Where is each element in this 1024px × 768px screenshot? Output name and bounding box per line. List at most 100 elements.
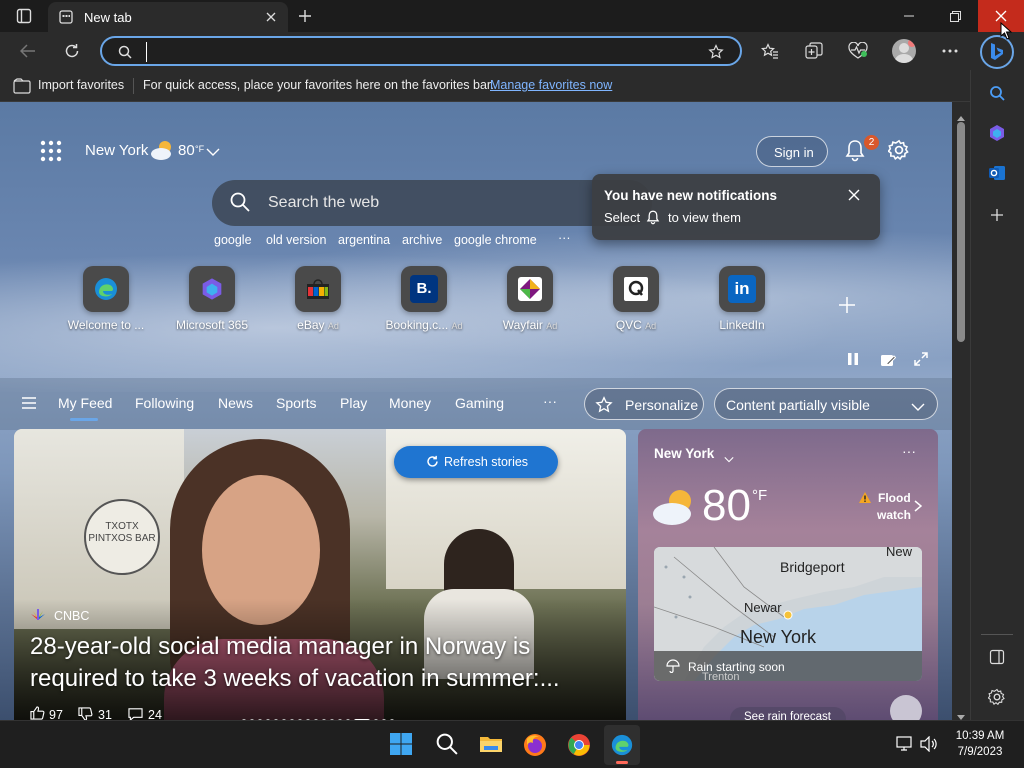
chrome-icon[interactable] bbox=[567, 733, 591, 757]
feed-tab-gaming[interactable]: Gaming bbox=[455, 395, 504, 411]
alert-line2[interactable]: watch bbox=[877, 508, 911, 522]
manage-favorites-link[interactable]: Manage favorites now bbox=[490, 78, 612, 92]
quick-link[interactable]: Wayfair Ad bbox=[482, 266, 578, 332]
suggestion-item[interactable]: argentina bbox=[338, 233, 390, 247]
profile-avatar[interactable] bbox=[892, 39, 916, 63]
scroll-down-icon[interactable] bbox=[957, 708, 965, 720]
weather-card-more-icon[interactable]: ··· bbox=[902, 443, 916, 459]
quick-link[interactable]: B. Booking.c... Ad bbox=[376, 266, 472, 332]
favorite-star-icon[interactable] bbox=[706, 42, 726, 62]
weather-location[interactable]: New York bbox=[85, 142, 148, 159]
clock-time[interactable]: 10:39 AM bbox=[954, 730, 1006, 742]
header-temp[interactable]: 80 bbox=[178, 142, 195, 159]
weather-card-location[interactable]: New York bbox=[654, 446, 714, 461]
rain-forecast-label: See rain forecast bbox=[744, 711, 831, 720]
favorites-bar: Import favorites For quick access, place… bbox=[0, 70, 970, 102]
content-visibility-dropdown[interactable]: Content partially visible bbox=[714, 388, 938, 420]
more-suggestions-icon[interactable]: ··· bbox=[558, 231, 571, 245]
personalize-button[interactable]: Personalize bbox=[584, 388, 704, 420]
sidebar-outlook-icon[interactable] bbox=[985, 162, 1009, 184]
pause-background-icon[interactable] bbox=[846, 352, 862, 368]
feed-tab-sports[interactable]: Sports bbox=[276, 395, 316, 411]
windows-start-icon[interactable] bbox=[390, 733, 414, 757]
edit-background-icon[interactable] bbox=[880, 352, 897, 368]
file-explorer-icon[interactable] bbox=[479, 734, 505, 756]
display-icon[interactable] bbox=[896, 736, 914, 754]
story-headline[interactable]: 28-year-old social media manager in Norw… bbox=[30, 631, 590, 695]
sign-in-button[interactable]: Sign in bbox=[756, 136, 828, 167]
booking-icon: B. bbox=[401, 266, 447, 312]
feed-tab-my-feed[interactable]: My Feed bbox=[58, 395, 112, 411]
expand-icon[interactable] bbox=[914, 352, 930, 368]
refresh-stories-button[interactable]: Refresh stories bbox=[394, 446, 558, 478]
weather-character-icon[interactable] bbox=[890, 695, 922, 720]
feed-more-button[interactable]: ··· bbox=[543, 393, 557, 409]
quick-link[interactable]: in LinkedIn bbox=[694, 266, 790, 332]
thumbs-down-icon[interactable] bbox=[78, 707, 96, 720]
sidebar-search-icon[interactable] bbox=[985, 82, 1009, 104]
new-tab-plus-icon[interactable] bbox=[294, 6, 316, 26]
volume-icon[interactable] bbox=[920, 735, 938, 754]
tab-new-tab[interactable]: New tab bbox=[48, 2, 288, 32]
web-search-box[interactable]: Search the web bbox=[212, 180, 652, 226]
restore-icon[interactable] bbox=[942, 6, 968, 26]
sparkle-star-icon bbox=[595, 396, 613, 414]
favorites-icon[interactable] bbox=[758, 40, 782, 62]
collections-icon[interactable] bbox=[802, 40, 826, 62]
alert-line1[interactable]: Flood bbox=[878, 491, 911, 505]
like-count: 97 bbox=[49, 708, 63, 720]
sidebar-m365-icon[interactable] bbox=[985, 122, 1009, 144]
dislike-count: 31 bbox=[98, 708, 112, 720]
chevron-down-icon[interactable] bbox=[724, 450, 736, 463]
page-settings-gear-icon[interactable] bbox=[887, 139, 910, 161]
close-popup-icon[interactable] bbox=[848, 188, 864, 204]
chevron-down-icon[interactable] bbox=[206, 144, 222, 158]
taskbar-search-icon[interactable] bbox=[436, 733, 460, 757]
clock-date[interactable]: 7/9/2023 bbox=[954, 746, 1006, 758]
import-favorites-icon bbox=[12, 77, 32, 95]
apps-grid-icon[interactable] bbox=[40, 140, 62, 162]
feed-tab-following[interactable]: Following bbox=[135, 395, 194, 411]
close-tab-icon[interactable] bbox=[262, 8, 280, 26]
suggestion-item[interactable]: archive bbox=[402, 233, 442, 247]
address-input[interactable] bbox=[146, 42, 686, 62]
taskbar-edge-active[interactable] bbox=[604, 725, 640, 765]
firefox-icon[interactable] bbox=[523, 733, 547, 757]
chevron-right-icon[interactable] bbox=[914, 499, 924, 513]
weather-radar-map[interactable]: New Bridgeport Newar New York Trenton Ra… bbox=[654, 547, 922, 681]
quick-link[interactable]: Microsoft 365 bbox=[164, 266, 260, 332]
sidebar-add-icon[interactable] bbox=[985, 204, 1009, 226]
see-rain-forecast-button[interactable]: See rain forecast bbox=[730, 707, 846, 720]
more-options-icon[interactable] bbox=[938, 40, 962, 62]
carousel-dots[interactable] bbox=[240, 710, 400, 720]
add-quick-link-icon[interactable] bbox=[838, 296, 856, 314]
minimize-icon[interactable] bbox=[896, 6, 922, 26]
sidebar-hide-icon[interactable] bbox=[985, 646, 1009, 668]
feed-tab-news[interactable]: News bbox=[218, 395, 253, 411]
quick-link[interactable]: eBay Ad bbox=[270, 266, 366, 332]
refresh-icon[interactable] bbox=[60, 40, 84, 62]
suggestion-item[interactable]: google bbox=[214, 233, 252, 247]
quick-link[interactable]: QVC Ad bbox=[588, 266, 684, 332]
import-favorites-button[interactable]: Import favorites bbox=[38, 78, 124, 92]
browser-essentials-icon[interactable] bbox=[846, 40, 870, 62]
suggestion-item[interactable]: old version bbox=[266, 233, 326, 247]
back-arrow-icon[interactable] bbox=[16, 40, 40, 62]
feed-tab-money[interactable]: Money bbox=[389, 395, 431, 411]
scroll-up-icon[interactable] bbox=[957, 108, 965, 121]
story-source[interactable]: CNBC bbox=[54, 609, 89, 623]
address-bar[interactable] bbox=[100, 36, 742, 66]
tab-actions-icon[interactable] bbox=[12, 6, 36, 26]
sidebar-settings-icon[interactable] bbox=[985, 686, 1009, 708]
quick-links: Welcome to ... Microsoft 365 eBay Ad B. … bbox=[58, 266, 798, 336]
suggestion-item[interactable]: google chrome bbox=[454, 233, 537, 247]
thumbs-up-icon[interactable] bbox=[30, 706, 48, 720]
hero-story-card[interactable]: TXOTX PINTXOS BAR Refresh stories CNBC 2… bbox=[14, 429, 626, 720]
page-scrollbar[interactable] bbox=[952, 102, 970, 720]
hamburger-menu-icon[interactable] bbox=[22, 396, 38, 410]
feed-tab-play[interactable]: Play bbox=[340, 395, 367, 411]
comment-icon[interactable] bbox=[128, 707, 146, 720]
scroll-thumb[interactable] bbox=[957, 122, 965, 342]
weather-card[interactable]: New York ··· 80 °F Flood watch New Bridg… bbox=[638, 429, 938, 720]
quick-link[interactable]: Welcome to ... bbox=[58, 266, 154, 332]
